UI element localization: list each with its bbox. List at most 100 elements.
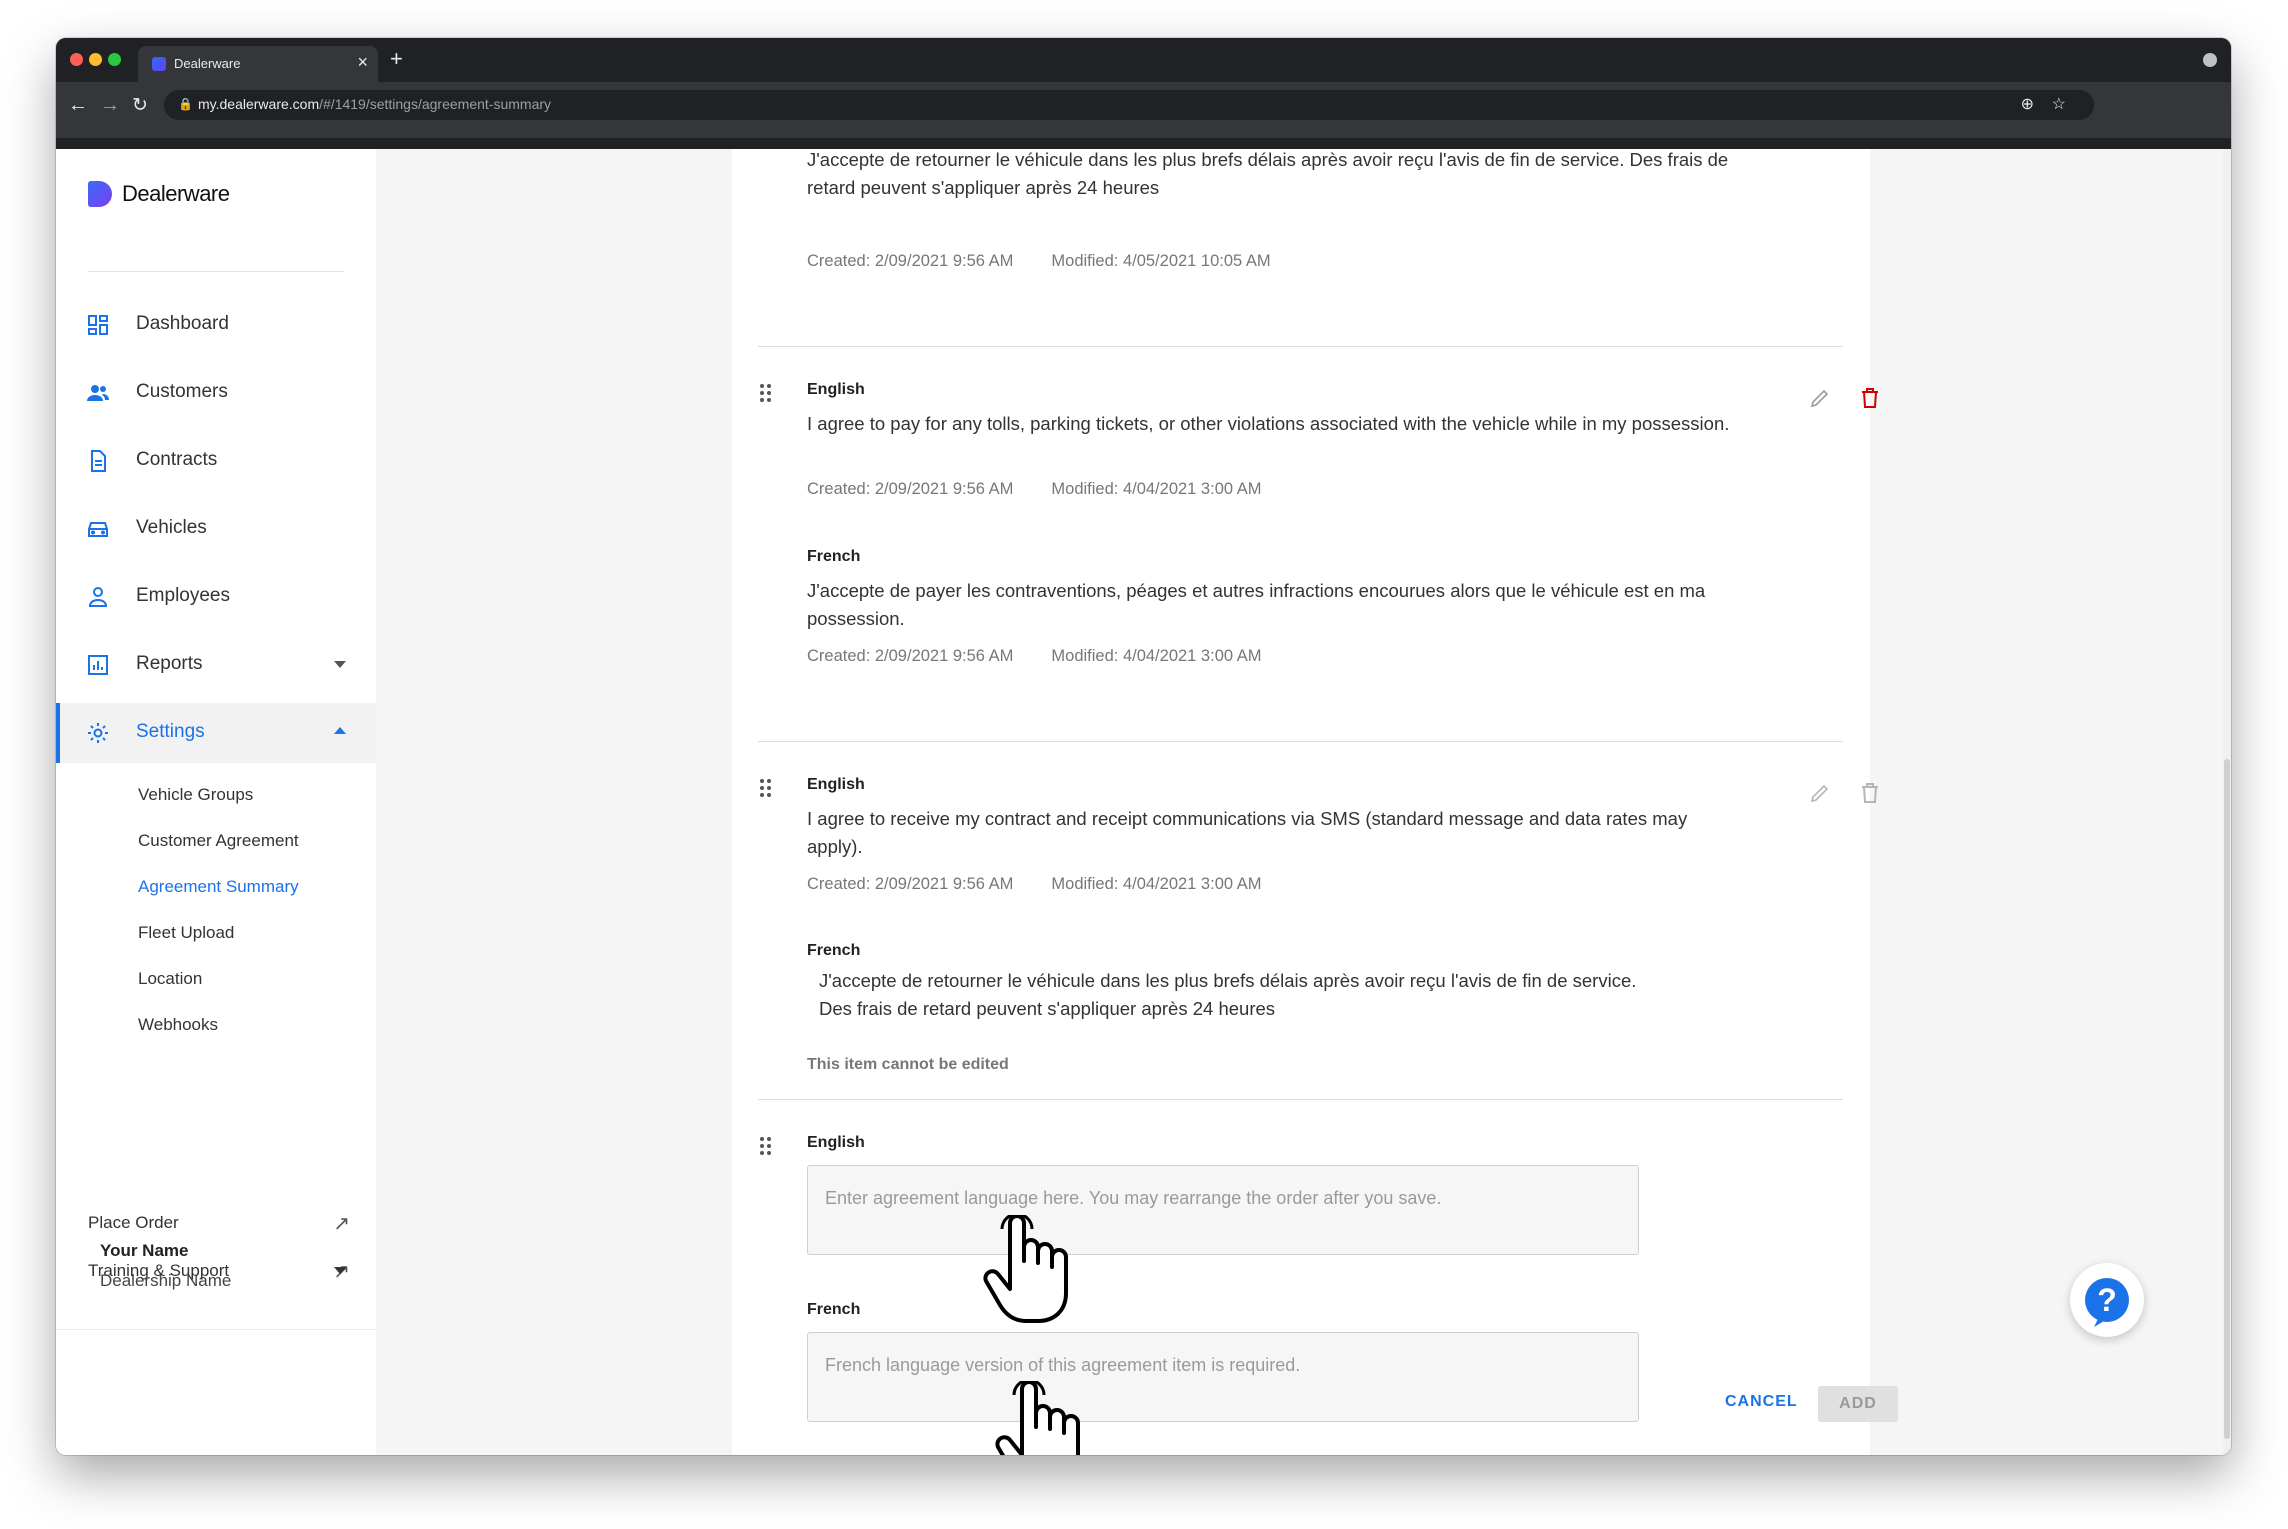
svg-text:?: ?: [2097, 1282, 2117, 1318]
modified-date: Modified: 4/04/2021 3:00 AM: [1051, 647, 1262, 665]
drag-handle-icon[interactable]: [760, 1137, 774, 1159]
close-tab-icon[interactable]: ×: [357, 52, 368, 73]
chevron-down-icon[interactable]: [334, 1267, 346, 1274]
english-text: I agree to receive my contract and recei…: [807, 808, 1688, 857]
modified-date: Modified: 4/04/2021 3:00 AM: [1051, 875, 1262, 893]
zoom-icon[interactable]: ⊕: [2021, 94, 2034, 114]
dealerware-logo[interactable]: Dealerware: [88, 179, 230, 209]
edit-pencil-icon: [1810, 784, 1829, 803]
reload-icon[interactable]: ↻: [132, 94, 148, 117]
chevron-up-icon[interactable]: [334, 727, 346, 734]
french-text-line-2: Des frais de retard peuvent s'appliquer …: [819, 998, 1276, 1019]
place-order-link[interactable]: Place Order ↗: [88, 1213, 350, 1235]
sidebar-item-label: Contracts: [136, 449, 218, 470]
divider: [758, 1099, 1843, 1100]
brand-name: Dealerware: [122, 181, 230, 206]
close-window-button[interactable]: [70, 53, 83, 66]
sidebar-item-contracts[interactable]: Contracts: [56, 431, 376, 491]
active-indicator: [56, 703, 60, 763]
user-name[interactable]: Your Name: [100, 1241, 189, 1261]
sidebar-item-label: Employees: [136, 585, 230, 606]
hand-pointer-cursor-icon: [995, 1381, 1080, 1455]
vehicle-icon: [88, 522, 108, 537]
divider: [56, 1329, 376, 1330]
sidebar-item-settings[interactable]: Settings: [56, 703, 376, 763]
place-order-label: Place Order: [88, 1213, 179, 1232]
cancel-button[interactable]: CANCEL: [1725, 1393, 1798, 1411]
sidebar-item-customers[interactable]: Customers: [56, 363, 376, 423]
drag-handle-icon[interactable]: [760, 779, 774, 801]
english-label: English: [807, 381, 865, 398]
sidebar-subitem-webhooks[interactable]: Webhooks: [138, 1015, 218, 1035]
english-label: English: [807, 1134, 865, 1151]
dashboard-icon: [88, 315, 108, 335]
dealerware-logo-icon: [88, 181, 112, 207]
sidebar-subitem-vehicle-groups[interactable]: Vehicle Groups: [138, 785, 253, 805]
help-button[interactable]: ?: [2070, 1263, 2144, 1337]
sidebar-subitem-agreement-summary[interactable]: Agreement Summary: [138, 877, 299, 897]
delete-trash-icon[interactable]: [1858, 386, 1882, 410]
sidebar-item-label: Customers: [136, 381, 228, 402]
english-text: I agree to pay for any tolls, parking ti…: [807, 413, 1730, 434]
drag-handle-icon[interactable]: [760, 384, 774, 406]
english-placeholder: Enter agreement language here. You may r…: [825, 1188, 1442, 1208]
french-label: French: [807, 1301, 861, 1318]
browser-profile-icon[interactable]: [2203, 53, 2217, 67]
help-question-icon: ?: [2085, 1278, 2129, 1327]
dealerware-favicon-icon: [152, 57, 166, 71]
contracts-icon: [91, 450, 106, 472]
timestamps: Created: 2/09/2021 9:56 AM Modified: 4/04…: [807, 875, 1261, 894]
agreement-summary-card: J'accepte de retourner le véhicule dans …: [732, 149, 1898, 1455]
chevron-down-icon[interactable]: [334, 661, 346, 668]
french-label: French: [807, 548, 861, 565]
delete-trash-icon: [1862, 783, 1878, 803]
forward-arrow-icon[interactable]: →: [100, 94, 120, 117]
sidebar-item-employees[interactable]: Employees: [56, 567, 376, 627]
created-date: Created: 2/09/2021 9:56 AM: [807, 647, 1014, 665]
french-placeholder: French language version of this agreemen…: [825, 1355, 1301, 1375]
timestamps: Created: 2/09/2021 9:56 AM Modified: 4/05…: [807, 252, 1271, 271]
maximize-window-button[interactable]: [108, 53, 121, 66]
edit-pencil-icon[interactable]: [1808, 386, 1832, 410]
dealership-name[interactable]: Dealership Name: [100, 1271, 231, 1291]
created-date: Created: 2/09/2021 9:56 AM: [807, 875, 1014, 893]
browser-window: Dealerware × + ← → ↻ 🔒 my.dealerware.com…: [56, 38, 2231, 1455]
add-button[interactable]: ADD: [1818, 1386, 1898, 1422]
french-agreement-input[interactable]: French language version of this agreemen…: [807, 1332, 1639, 1422]
customers-icon: [87, 385, 109, 401]
modified-date: Modified: 4/05/2021 10:05 AM: [1051, 252, 1271, 270]
new-tab-icon[interactable]: +: [390, 46, 403, 72]
address-bar[interactable]: 🔒 my.dealerware.com/#/1419/settings/agre…: [164, 90, 2094, 120]
lock-icon: 🔒: [178, 97, 193, 111]
scrollbar-track[interactable]: [2223, 149, 2231, 1455]
created-date: Created: 2/09/2021 9:56 AM: [807, 252, 1014, 270]
divider: [758, 346, 1843, 347]
minimize-window-button[interactable]: [89, 53, 102, 66]
hand-pointer-cursor-icon: [983, 1215, 1068, 1323]
sidebar-item-label: Settings: [136, 721, 205, 742]
sidebar-item-vehicles[interactable]: Vehicles: [56, 499, 376, 559]
browser-toolbar: ← → ↻ 🔒 my.dealerware.com/#/1419/setting…: [56, 82, 2231, 138]
reports-icon: [88, 655, 108, 675]
scrollbar-thumb[interactable]: [2224, 759, 2230, 1439]
bookmark-star-icon[interactable]: ☆: [2052, 94, 2066, 114]
sidebar-item-label: Reports: [136, 653, 203, 674]
back-arrow-icon[interactable]: ←: [68, 94, 88, 117]
sidebar-subitem-fleet-upload[interactable]: Fleet Upload: [138, 923, 234, 943]
sidebar-subitem-location[interactable]: Location: [138, 969, 202, 989]
sidebar-item-dashboard[interactable]: Dashboard: [56, 295, 376, 355]
created-date: Created: 2/09/2021 9:56 AM: [807, 480, 1014, 498]
french-label: French: [807, 942, 861, 959]
sidebar-item-label: Dashboard: [136, 313, 229, 334]
gear-icon: [88, 723, 108, 743]
tab-title: Dealerware: [174, 56, 241, 71]
browser-tab[interactable]: Dealerware ×: [138, 46, 378, 82]
divider: [88, 271, 344, 272]
english-agreement-input[interactable]: Enter agreement language here. You may r…: [807, 1165, 1639, 1255]
divider: [758, 741, 1843, 742]
employee-icon: [88, 587, 108, 607]
sidebar-subitem-customer-agreement[interactable]: Customer Agreement: [138, 831, 299, 851]
url-text: my.dealerware.com/#/1419/settings/agreem…: [198, 96, 552, 112]
english-label: English: [807, 776, 865, 793]
sidebar-item-reports[interactable]: Reports: [56, 635, 376, 695]
